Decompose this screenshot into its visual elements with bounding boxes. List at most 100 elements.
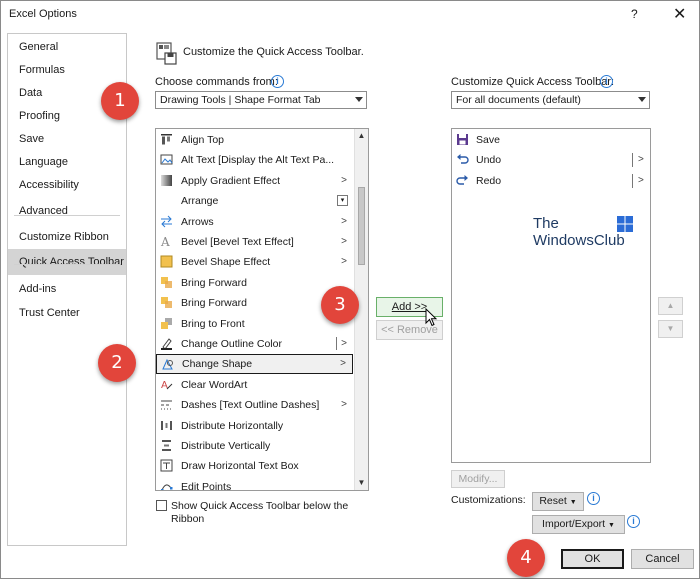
command-list-item[interactable]: Alt Text [Display the Alt Text Pa... xyxy=(156,150,353,170)
nav-item-advanced[interactable]: Advanced xyxy=(8,198,126,224)
qat-header-icon xyxy=(156,42,177,65)
info-icon[interactable]: i xyxy=(271,75,284,88)
align-top-icon xyxy=(161,134,172,145)
command-list-item[interactable]: Arrange ▾ xyxy=(156,191,353,211)
command-list-item[interactable]: A Bevel [Bevel Text Effect] > xyxy=(156,232,353,252)
title-bar: Excel Options ? ✕ xyxy=(1,1,699,27)
arrows-icon xyxy=(161,215,172,227)
command-list-item[interactable]: Bring Forward xyxy=(156,273,353,293)
svg-text:A: A xyxy=(160,235,170,248)
modify-button[interactable]: Modify... xyxy=(451,470,505,488)
nav-item-accessibility[interactable]: Accessibility xyxy=(8,172,126,198)
nav-divider xyxy=(14,215,120,216)
command-label: Bring to Front xyxy=(181,317,245,330)
command-label: Arrange xyxy=(181,195,219,208)
window-title: Excel Options xyxy=(9,8,77,20)
show-qat-below-label[interactable]: Show Quick Access Toolbar below the Ribb… xyxy=(171,500,371,526)
excel-options-dialog: Excel Options ? ✕ General Formulas Data Pro… xyxy=(0,0,700,579)
command-label: Clear WordArt xyxy=(181,378,248,391)
command-label: Edit Points xyxy=(181,480,232,491)
command-label: Align Top xyxy=(181,134,225,146)
qat-list-item-save[interactable]: Save xyxy=(452,130,650,150)
command-list-item[interactable]: Align Top xyxy=(156,130,353,150)
distribute-h-icon xyxy=(161,420,172,430)
chevron-right-icon: > xyxy=(341,338,347,349)
reset-button[interactable]: Reset ▼ xyxy=(532,492,584,511)
qat-list-item-undo[interactable]: Undo > xyxy=(452,150,650,170)
command-list-item[interactable]: Change Shape > xyxy=(156,354,353,375)
redo-icon xyxy=(456,174,468,185)
watermark-text: The WindowsClub xyxy=(533,215,625,249)
chevron-right-icon: > xyxy=(341,256,347,268)
windows-logo-icon xyxy=(617,216,633,232)
move-down-button[interactable]: ▼ xyxy=(658,320,683,338)
distribute-v-icon xyxy=(162,440,171,451)
scroll-up-icon[interactable]: ▲ xyxy=(355,129,368,143)
command-label: Change Outline Color xyxy=(181,338,282,350)
alt-text-icon xyxy=(160,154,173,165)
command-label: Dashes [Text Outline Dashes] xyxy=(181,399,320,412)
page-title: Customize the Quick Access Toolbar. xyxy=(183,46,364,58)
info-icon[interactable]: i xyxy=(627,515,640,528)
command-label: Bring Forward xyxy=(181,276,247,289)
command-list-item[interactable]: Arrows > xyxy=(156,212,353,232)
step-marker-2: 2 xyxy=(98,344,136,382)
step-marker-1: 1 xyxy=(101,82,139,120)
info-icon[interactable]: i xyxy=(587,492,600,505)
cancel-button[interactable]: Cancel xyxy=(631,549,694,569)
watermark-line2: WindowsClub xyxy=(533,232,625,249)
svg-text:A: A xyxy=(161,380,168,391)
qat-item-label: Undo xyxy=(476,154,502,167)
chevron-right-icon: > xyxy=(638,174,644,186)
command-list-item[interactable]: Edit Points xyxy=(156,477,353,491)
command-label: Distribute Vertically xyxy=(181,440,271,452)
commands-source-dropdown[interactable]: Drawing Tools | Shape Format Tab xyxy=(155,91,367,109)
command-list-item[interactable]: A Clear WordArt xyxy=(156,375,353,395)
chevron-right-icon: > xyxy=(341,236,347,247)
scroll-thumb[interactable] xyxy=(358,187,365,265)
reset-label: Reset xyxy=(539,495,567,507)
command-list-item[interactable]: Distribute Vertically xyxy=(156,436,353,456)
qat-scope-value: For all documents (default) xyxy=(456,94,581,106)
customize-qat-label: Customize Quick Access Toolbar: xyxy=(451,76,615,88)
qat-item-label: Redo xyxy=(476,174,502,187)
gradient-icon xyxy=(161,174,172,186)
qat-list-item-redo[interactable]: Redo > xyxy=(452,171,650,191)
chevron-right-icon: > xyxy=(341,174,347,186)
caret-down-icon: ▼ xyxy=(608,522,615,529)
help-button[interactable]: ? xyxy=(631,7,638,21)
command-list-item[interactable]: Change Outline Color > xyxy=(156,334,353,354)
chevron-right-icon: > xyxy=(638,154,644,166)
import-export-button[interactable]: Import/Export ▼ xyxy=(532,515,625,534)
scroll-down-icon[interactable]: ▼ xyxy=(355,476,368,490)
command-list-item[interactable]: Distribute Horizontally xyxy=(156,416,353,436)
step-marker-3: 3 xyxy=(321,286,359,324)
chevron-down-icon xyxy=(638,97,646,102)
command-list-item[interactable]: Bring to Front xyxy=(156,314,353,334)
combo-dropdown-icon: ▾ xyxy=(337,195,348,207)
dashes-icon xyxy=(161,400,172,410)
command-label: Arrows xyxy=(181,215,214,228)
nav-item-customize-ribbon[interactable]: Customize Ribbon xyxy=(8,224,126,250)
command-list-item[interactable]: Apply Gradient Effect > xyxy=(156,171,353,191)
command-label: Alt Text [Display the Alt Text Pa... xyxy=(181,154,335,167)
show-qat-below-checkbox[interactable] xyxy=(156,500,167,511)
chevron-down-icon xyxy=(355,97,363,102)
bevel-text-icon: A xyxy=(160,235,170,248)
command-list-item[interactable]: Draw Horizontal Text Box xyxy=(156,456,353,476)
qat-list[interactable]: Save Undo > Redo > xyxy=(451,128,651,463)
command-list-item[interactable]: Bevel Shape Effect > xyxy=(156,252,353,272)
qat-scope-dropdown[interactable]: For all documents (default) xyxy=(451,91,650,109)
clear-wordart-icon: A xyxy=(161,380,173,391)
command-label: Apply Gradient Effect xyxy=(181,174,281,187)
ok-button[interactable]: OK xyxy=(561,549,624,569)
change-shape-icon xyxy=(162,359,173,370)
step-marker-4: 4 xyxy=(507,539,545,577)
move-up-button[interactable]: ▲ xyxy=(658,297,683,315)
nav-item-quick-access-toolbar[interactable]: Quick Access Toolbar xyxy=(8,249,126,275)
close-button[interactable]: ✕ xyxy=(673,4,686,24)
info-icon[interactable]: i xyxy=(600,75,613,88)
command-list-item[interactable]: Dashes [Text Outline Dashes] > xyxy=(156,395,353,415)
nav-item-trust-center[interactable]: Trust Center xyxy=(8,300,126,326)
nav-item-add-ins[interactable]: Add-ins xyxy=(8,276,126,302)
